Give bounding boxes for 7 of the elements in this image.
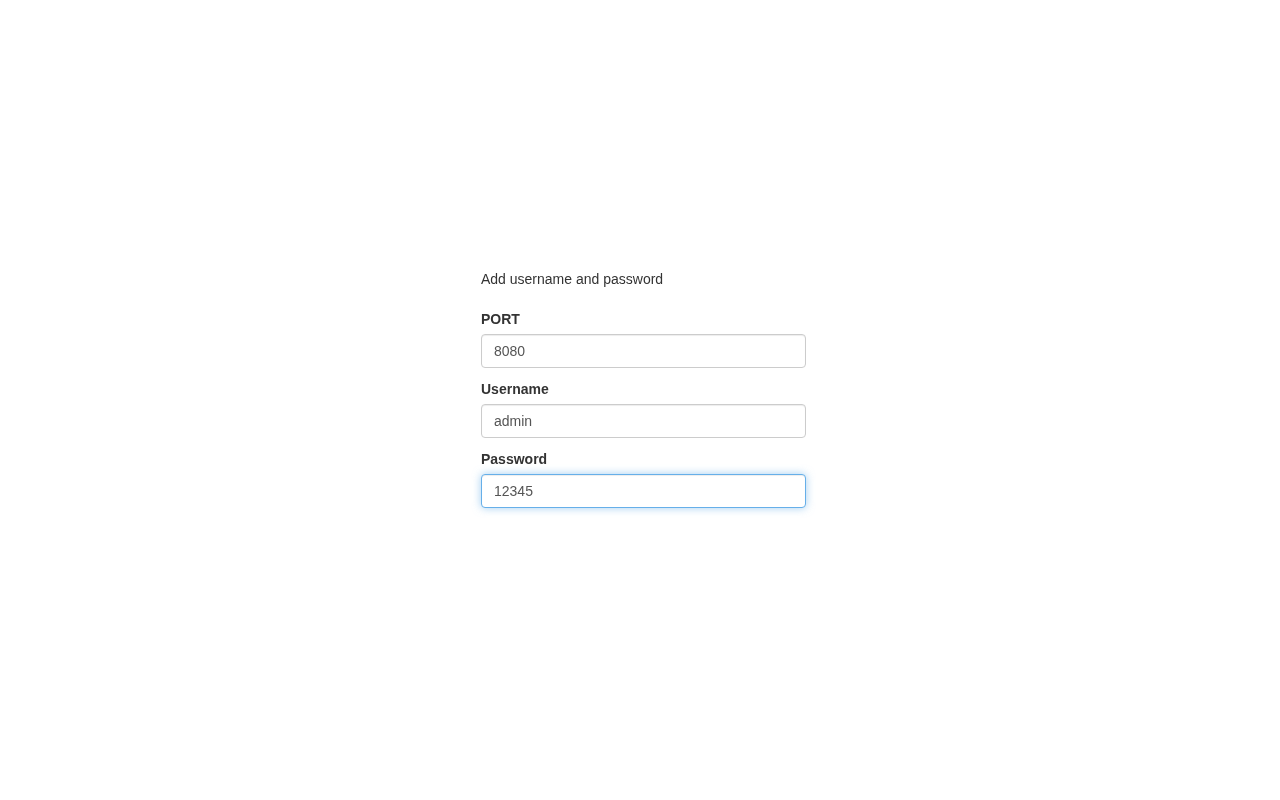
field-label: Username <box>481 380 549 399</box>
input-field[interactable]: admin <box>481 404 806 438</box>
field-label: Password <box>481 450 548 469</box>
input-field[interactable]: 12345 <box>481 474 806 508</box>
input-field[interactable]: 8080 <box>481 334 806 368</box>
form-instructions: Add username and password <box>481 270 665 289</box>
field-label: PORT <box>481 310 520 329</box>
